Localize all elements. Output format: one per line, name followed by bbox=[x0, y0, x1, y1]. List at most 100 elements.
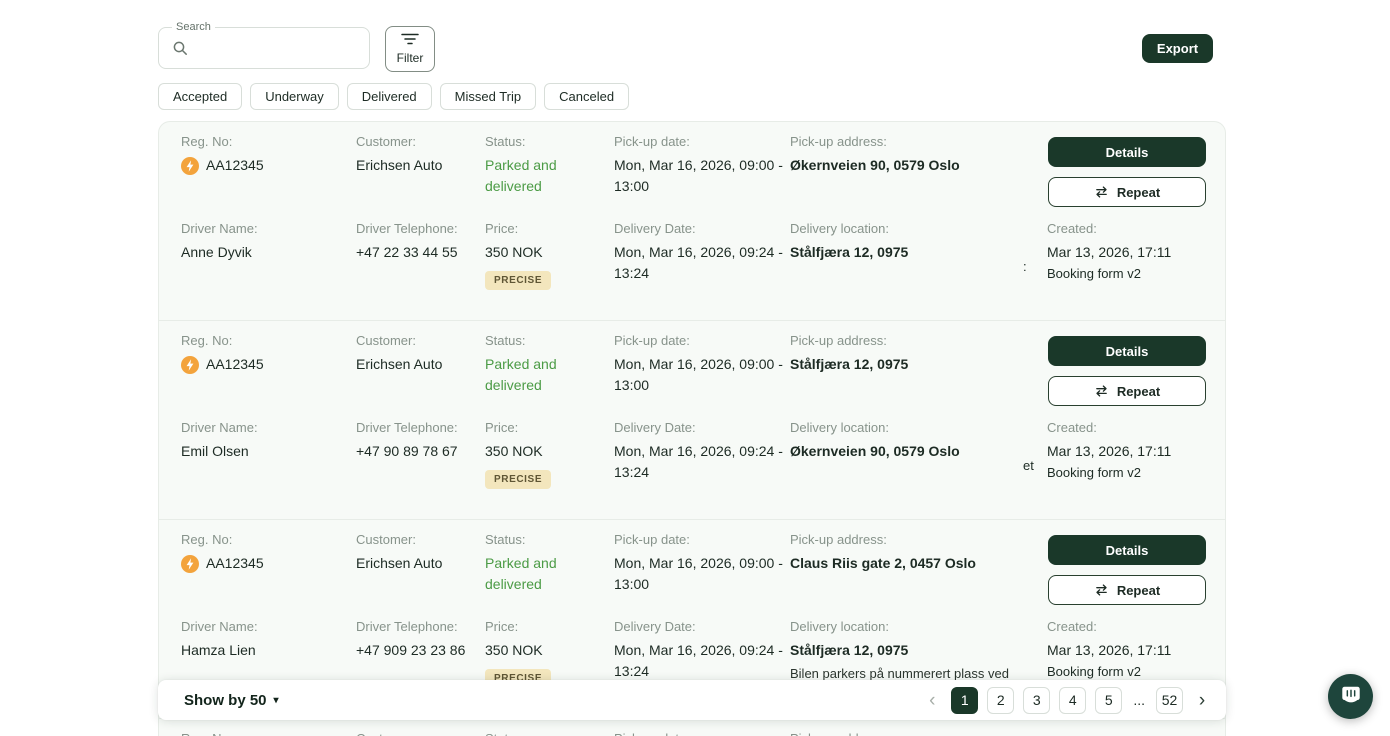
repeat-button[interactable]: Repeat bbox=[1048, 575, 1206, 605]
created-label: Created: bbox=[1047, 221, 1217, 237]
page-button-3[interactable]: 3 bbox=[1023, 687, 1050, 714]
filter-icon bbox=[401, 33, 419, 48]
customer-label: Customer: bbox=[356, 134, 482, 150]
pickup-date-field: Pick-up date: Mon, Mar 16, 2026, 09:00 -… bbox=[614, 532, 788, 595]
status-filter-chips: Accepted Underway Delivered Missed Trip … bbox=[158, 83, 629, 110]
search-icon bbox=[172, 40, 188, 56]
pickup-address-label: Pick-up address: bbox=[790, 532, 1040, 548]
price-field: Price: 350 NOK PRECISE bbox=[485, 420, 605, 489]
caret-down-icon: ▾ bbox=[274, 695, 279, 706]
filter-button-label: Filter bbox=[397, 51, 424, 65]
pickup-date-value: Mon, Mar 16, 2026, 09:00 - 13:00 bbox=[614, 553, 788, 595]
truncated-text-fragment: et bbox=[1023, 458, 1034, 473]
price-field: Price: 350 NOK PRECISE bbox=[485, 221, 605, 290]
driver-name-value: Anne Dyvik bbox=[181, 242, 346, 263]
created-source: Booking form v2 bbox=[1047, 663, 1217, 680]
page-button-2[interactable]: 2 bbox=[987, 687, 1014, 714]
delivery-location-value: Stålfjæra 12, 0975 bbox=[790, 640, 1040, 661]
created-value: Mar 13, 2026, 17:11 bbox=[1047, 441, 1217, 462]
driver-phone-field: Driver Telephone: +47 90 89 78 67 bbox=[356, 420, 482, 462]
driver-name-value: Emil Olsen bbox=[181, 441, 346, 462]
customer-field: Customer: bbox=[356, 731, 482, 736]
page-button-4[interactable]: 4 bbox=[1059, 687, 1086, 714]
chip-canceled[interactable]: Canceled bbox=[544, 83, 629, 110]
status-field: Status: Parked and delivered bbox=[485, 333, 605, 396]
show-by-label: Show by 50 bbox=[184, 692, 267, 709]
booking-list: Reg. No: AA12345 Customer: Erichsen Auto… bbox=[158, 121, 1226, 736]
created-source: Booking form v2 bbox=[1047, 265, 1217, 282]
pickup-address-field: Pick-up address: Claus Riis gate 2, 0457… bbox=[790, 532, 1040, 574]
delivery-date-label: Delivery Date: bbox=[614, 619, 788, 635]
page-button-last[interactable]: 52 bbox=[1156, 687, 1183, 714]
customer-label: Customer: bbox=[356, 333, 482, 349]
repeat-button-label: Repeat bbox=[1117, 384, 1160, 399]
booking-card: Reg. No: Customer: Status: Pick-up date:… bbox=[159, 719, 1226, 736]
pagination: ‹ 1 2 3 4 5 ... 52 › bbox=[922, 686, 1212, 715]
pickup-address-field: Pick-up address: bbox=[790, 731, 1040, 736]
driver-phone-field: Driver Telephone: +47 22 33 44 55 bbox=[356, 221, 482, 263]
lightning-icon bbox=[181, 555, 199, 573]
status-field: Status: bbox=[485, 731, 605, 736]
repeat-button-label: Repeat bbox=[1117, 185, 1160, 200]
repeat-button-label: Repeat bbox=[1117, 583, 1160, 598]
pickup-date-label: Pick-up date: bbox=[614, 532, 788, 548]
driver-phone-value: +47 22 33 44 55 bbox=[356, 242, 482, 263]
details-button[interactable]: Details bbox=[1048, 137, 1206, 167]
pagination-ellipsis: ... bbox=[1131, 692, 1147, 708]
delivery-date-value: Mon, Mar 16, 2026, 09:24 - 13:24 bbox=[614, 242, 788, 284]
pickup-address-value: Claus Riis gate 2, 0457 Oslo bbox=[790, 553, 1040, 574]
status-field: Status: Parked and delivered bbox=[485, 532, 605, 595]
status-label: Status: bbox=[485, 532, 605, 548]
reg-no-label: Reg. No: bbox=[181, 333, 346, 349]
chip-underway[interactable]: Underway bbox=[250, 83, 339, 110]
repeat-button[interactable]: Repeat bbox=[1048, 177, 1206, 207]
delivery-date-label: Delivery Date: bbox=[614, 221, 788, 237]
export-button[interactable]: Export bbox=[1142, 34, 1213, 63]
created-value: Mar 13, 2026, 17:11 bbox=[1047, 242, 1217, 263]
delivery-location-value: Økernveien 90, 0579 Oslo bbox=[790, 441, 1040, 462]
pickup-address-value: Stålfjæra 12, 0975 bbox=[790, 354, 1040, 375]
details-button[interactable]: Details bbox=[1048, 535, 1206, 565]
bookings-page: Search Filter Export Accepted Underway D… bbox=[0, 0, 1390, 736]
chat-icon bbox=[1340, 684, 1362, 709]
created-label: Created: bbox=[1047, 619, 1217, 635]
delivery-date-value: Mon, Mar 16, 2026, 09:24 - 13:24 bbox=[614, 640, 788, 682]
pickup-date-label: Pick-up date: bbox=[614, 731, 788, 736]
chip-delivered[interactable]: Delivered bbox=[347, 83, 432, 110]
customer-field: Customer: Erichsen Auto bbox=[356, 134, 482, 176]
repeat-icon bbox=[1094, 583, 1109, 597]
show-by-dropdown[interactable]: Show by 50 ▾ bbox=[178, 691, 285, 710]
delivery-location-label: Delivery location: bbox=[790, 420, 1040, 436]
booking-card: Reg. No: AA12345 Customer: Erichsen Auto… bbox=[159, 122, 1226, 321]
precise-badge: PRECISE bbox=[485, 271, 551, 290]
pickup-address-label: Pick-up address: bbox=[790, 134, 1040, 150]
created-value: Mar 13, 2026, 17:11 bbox=[1047, 640, 1217, 661]
driver-name-label: Driver Name: bbox=[181, 221, 346, 237]
chevron-right-icon[interactable]: › bbox=[1192, 686, 1212, 715]
repeat-button[interactable]: Repeat bbox=[1048, 376, 1206, 406]
search-input[interactable] bbox=[195, 32, 361, 64]
page-button-5[interactable]: 5 bbox=[1095, 687, 1122, 714]
price-label: Price: bbox=[485, 221, 605, 237]
chip-missed-trip[interactable]: Missed Trip bbox=[440, 83, 536, 110]
search-field[interactable]: Search bbox=[158, 27, 370, 69]
filter-button[interactable]: Filter bbox=[385, 26, 435, 72]
pickup-address-label: Pick-up address: bbox=[790, 731, 1040, 736]
chip-accepted[interactable]: Accepted bbox=[158, 83, 242, 110]
price-field: Price: 350 NOK PRECISE bbox=[485, 619, 605, 688]
chevron-left-icon[interactable]: ‹ bbox=[922, 686, 942, 715]
price-label: Price: bbox=[485, 619, 605, 635]
price-label: Price: bbox=[485, 420, 605, 436]
chat-launcher-button[interactable] bbox=[1328, 674, 1373, 719]
reg-no-label: Reg. No: bbox=[181, 532, 346, 548]
repeat-icon bbox=[1094, 185, 1109, 199]
pickup-date-field: Pick-up date: bbox=[614, 731, 788, 736]
page-button-1[interactable]: 1 bbox=[951, 687, 978, 714]
details-button[interactable]: Details bbox=[1048, 336, 1206, 366]
customer-field: Customer: Erichsen Auto bbox=[356, 333, 482, 375]
price-value: 350 NOK bbox=[485, 640, 605, 661]
lightning-icon bbox=[181, 356, 199, 374]
driver-phone-label: Driver Telephone: bbox=[356, 221, 482, 237]
repeat-icon bbox=[1094, 384, 1109, 398]
created-source: Booking form v2 bbox=[1047, 464, 1217, 481]
